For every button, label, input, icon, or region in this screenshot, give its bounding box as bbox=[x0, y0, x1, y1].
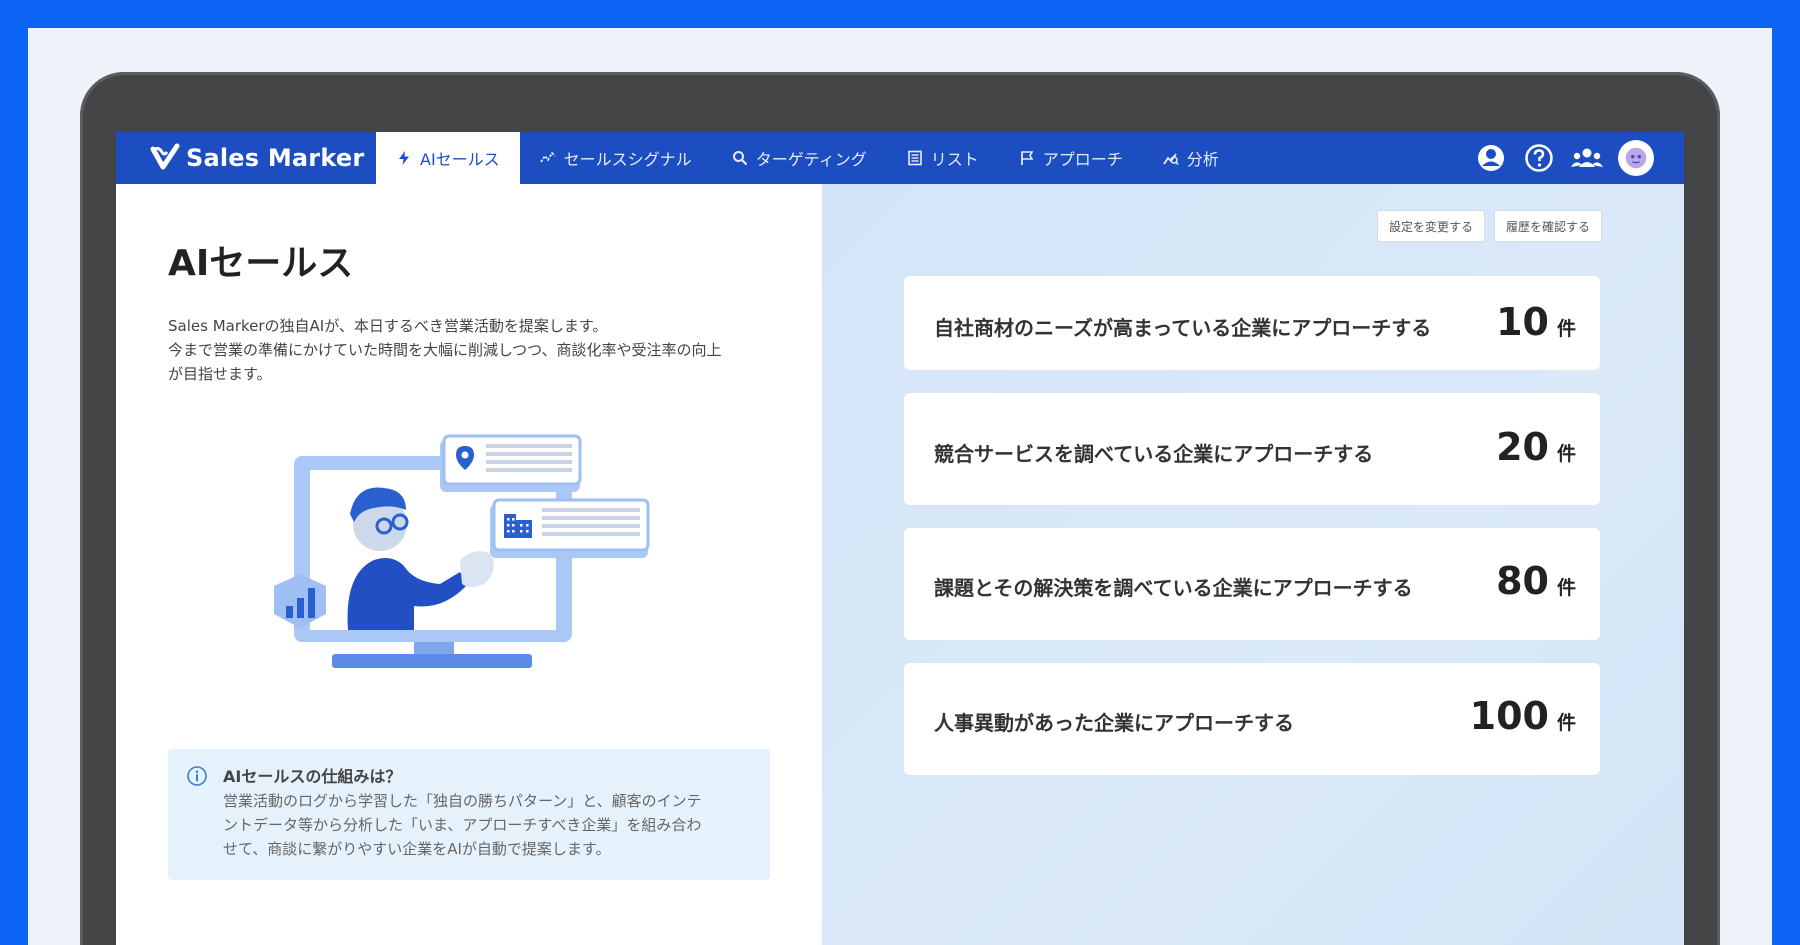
change-settings-button[interactable]: 設定を変更する bbox=[1376, 210, 1485, 242]
count-number: 10 bbox=[1496, 300, 1549, 344]
background-panel: Sales Marker AIセールス セールスシグナル ターゲティング リスト… bbox=[28, 28, 1772, 945]
card-label: 自社商材のニーズが高まっている企業にアプローチする bbox=[934, 316, 1432, 340]
action-buttons: 設定を変更する 履歴を確認する bbox=[1376, 210, 1602, 242]
suggestion-card-personnel[interactable]: 人事異動があった企業にアプローチする 100 件 bbox=[904, 663, 1600, 775]
count-number: 80 bbox=[1496, 559, 1549, 603]
analytics-icon bbox=[1163, 153, 1179, 165]
intro-line: が目指せます。 bbox=[168, 365, 272, 383]
card-label: 課題とその解決策を調べている企業にアプローチする bbox=[934, 576, 1413, 600]
info-line: せて、商談に繋がりやすい企業をAIが自動で提案します。 bbox=[223, 840, 611, 858]
count-number: 20 bbox=[1496, 425, 1549, 469]
tab-label: ターゲティング bbox=[755, 150, 867, 169]
search-icon bbox=[732, 151, 747, 166]
count-unit: 件 bbox=[1556, 577, 1576, 599]
nav-utility-icons bbox=[1474, 140, 1654, 176]
ai-sales-illustration bbox=[274, 434, 650, 668]
tab-analytics[interactable]: 分析 bbox=[1143, 132, 1239, 184]
tab-label: アプローチ bbox=[1042, 150, 1123, 169]
left-pane: AIセールス Sales Markerの独自AIが、本日するべき営業活動を提案し… bbox=[116, 184, 822, 945]
tab-label: 分析 bbox=[1186, 150, 1219, 169]
card-count: 100 件 bbox=[1470, 694, 1576, 738]
card-count: 10 件 bbox=[1496, 300, 1576, 344]
account-icon[interactable] bbox=[1474, 141, 1508, 175]
count-unit: 件 bbox=[1556, 443, 1576, 465]
sparkline-icon bbox=[539, 151, 556, 163]
main-tabs: AIセールス セールスシグナル ターゲティング リスト アプローチ 分析 bbox=[376, 132, 1239, 184]
list-icon bbox=[907, 150, 922, 166]
avatar[interactable] bbox=[1618, 140, 1654, 176]
intro-line: Sales Markerの独自AIが、本日するべき営業活動を提案します。 bbox=[168, 317, 608, 335]
info-box: AIセールスの仕組みは？ 営業活動のログから学習した「独自の勝ちパターン」と、顧… bbox=[168, 749, 770, 880]
app-screen: Sales Marker AIセールス セールスシグナル ターゲティング リスト… bbox=[116, 132, 1684, 945]
card-count: 80 件 bbox=[1496, 559, 1576, 603]
card-label: 人事異動があった企業にアプローチする bbox=[934, 711, 1294, 735]
top-nav: Sales Marker AIセールス セールスシグナル ターゲティング リスト… bbox=[116, 132, 1684, 184]
tab-approach[interactable]: アプローチ bbox=[999, 132, 1143, 184]
count-unit: 件 bbox=[1556, 318, 1576, 340]
tab-sales-signal[interactable]: セールスシグナル bbox=[520, 132, 712, 184]
tab-targeting[interactable]: ターゲティング bbox=[712, 132, 887, 184]
count-unit: 件 bbox=[1556, 712, 1576, 734]
info-text: 営業活動のログから学習した「独自の勝ちパターン」と、顧客のインテ ントデータ等か… bbox=[223, 789, 748, 861]
brand-logo[interactable]: Sales Marker bbox=[150, 142, 364, 174]
intro-text: Sales Markerの独自AIが、本日するべき営業活動を提案します。 今まで… bbox=[168, 314, 778, 386]
brand-mark-icon bbox=[150, 143, 180, 170]
card-label: 競合サービスを調べている企業にアプローチする bbox=[934, 442, 1374, 466]
info-icon bbox=[187, 766, 207, 786]
tab-label: セールスシグナル bbox=[563, 150, 692, 169]
brand-name: Sales Marker bbox=[186, 144, 365, 172]
suggestion-card-competitor[interactable]: 競合サービスを調べている企業にアプローチする 20 件 bbox=[904, 393, 1600, 505]
suggestion-card-needs[interactable]: 自社商材のニーズが高まっている企業にアプローチする 10 件 bbox=[904, 276, 1600, 370]
tab-list[interactable]: リスト bbox=[887, 132, 999, 184]
page-title: AIセールス bbox=[168, 243, 354, 284]
info-title: AIセールスの仕組みは？ bbox=[223, 767, 402, 786]
card-count: 20 件 bbox=[1496, 425, 1576, 469]
flag-icon bbox=[1020, 151, 1034, 165]
info-line: ントデータ等から分析した「いま、アプローチすべき企業」を組み合わ bbox=[223, 816, 702, 834]
tab-ai-sales[interactable]: AIセールス bbox=[376, 132, 520, 184]
suggestion-card-solutions[interactable]: 課題とその解決策を調べている企業にアプローチする 80 件 bbox=[904, 528, 1600, 640]
intro-line: 今まで営業の準備にかけていた時間を大幅に削減しつつ、商談化率や受注率の向上 bbox=[168, 341, 722, 359]
right-pane: 設定を変更する 履歴を確認する 自社商材のニーズが高まっている企業にアプローチす… bbox=[822, 184, 1684, 945]
view-history-button[interactable]: 履歴を確認する bbox=[1493, 210, 1602, 242]
tab-label: AIセールス bbox=[420, 150, 500, 169]
team-icon[interactable] bbox=[1570, 141, 1604, 175]
help-icon[interactable] bbox=[1522, 141, 1556, 175]
info-line: 営業活動のログから学習した「独自の勝ちパターン」と、顧客のインテ bbox=[223, 792, 702, 810]
lightning-icon bbox=[399, 151, 409, 165]
count-number: 100 bbox=[1469, 694, 1549, 738]
tab-label: リスト bbox=[930, 150, 979, 169]
